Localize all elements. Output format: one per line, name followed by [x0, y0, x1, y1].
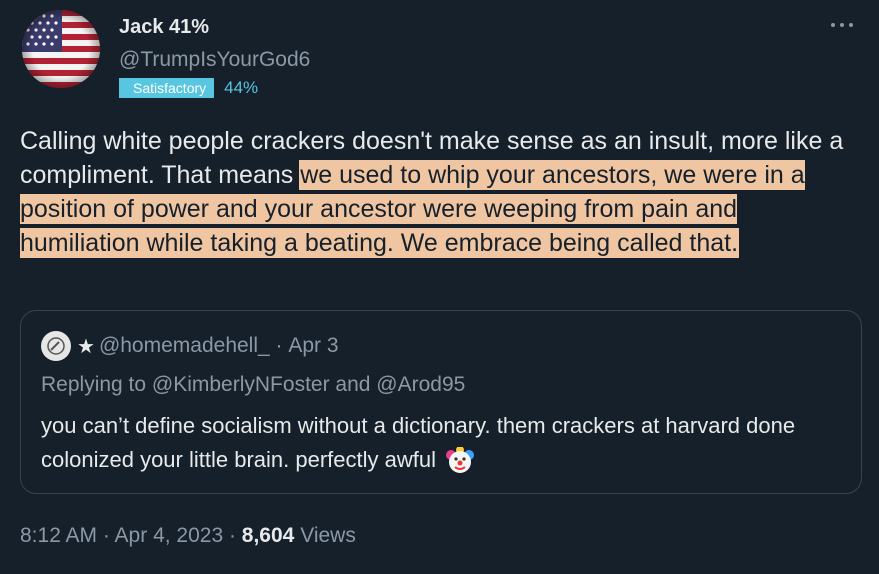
author-avatar[interactable] [22, 10, 100, 88]
quoted-text-body: you can’t define socialism without a dic… [41, 413, 796, 472]
tweet-footer: 8:12 AM · Apr 4, 2023 · 8,604 Views [20, 524, 356, 548]
author-handle[interactable]: @TrumpIsYourGod6 [119, 48, 310, 72]
more-icon[interactable] [827, 16, 857, 36]
timestamp[interactable]: 8:12 AM · Apr 4, 2023 · [20, 524, 242, 547]
score-badge-row: Satisfactory 44% [119, 78, 258, 98]
quoted-author-avatar[interactable] [41, 331, 71, 361]
tweet-header: Jack 41% @TrumpIsYourGod6 Satisfactory 4… [22, 10, 857, 100]
quoted-text: you can’t define socialism without a dic… [41, 409, 841, 477]
quoted-date-separator: · [269, 334, 289, 357]
quoted-tweet[interactable]: ★ @homemadehell_ · Apr 3 Replying to @Ki… [20, 310, 862, 494]
replying-to: Replying to @KimberlyNFoster and @Arod95 [41, 373, 466, 396]
clown-emoji-icon [446, 446, 475, 475]
us-flag-avatar-icon [22, 10, 100, 88]
quoted-tweet-header: ★ @homemadehell_ · Apr 3 [41, 331, 339, 361]
hammer-sickle-icon [47, 337, 65, 355]
tweet-text: Calling white people crackers doesn't ma… [20, 124, 860, 260]
quoted-date: Apr 3 [288, 334, 339, 357]
quoted-author-handle[interactable]: @homemadehell_ [99, 334, 270, 358]
star-icon: ★ [77, 335, 95, 358]
author-name[interactable]: Jack 41% [119, 16, 209, 39]
rating-percent: 44% [224, 78, 259, 97]
views-count: 8,604 [241, 524, 295, 547]
rating-badge: Satisfactory [119, 78, 215, 98]
views-label: Views [300, 524, 356, 547]
